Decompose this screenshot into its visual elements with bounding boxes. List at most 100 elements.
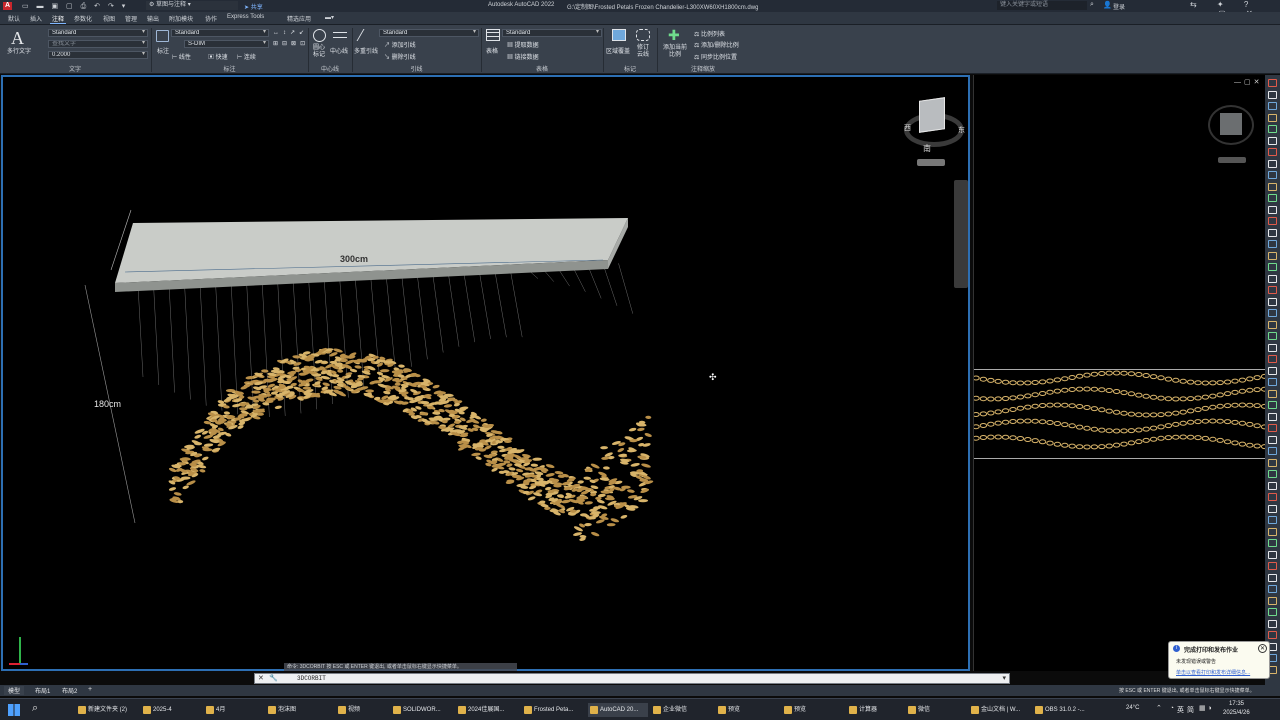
palette-tool-icon[interactable] <box>1268 343 1277 352</box>
palette-tool-icon[interactable] <box>1268 596 1277 605</box>
scale-list-button[interactable]: ⚖ 比例列表 <box>694 29 725 38</box>
tray-icons[interactable]: ⌃ ◔ <box>1156 704 1177 712</box>
palette-tool-icon[interactable] <box>1268 240 1277 248</box>
layout-tab-2[interactable]: 布局2 <box>58 686 81 695</box>
tray-more-icons[interactable]: ▦ ◑ <box>1199 704 1212 712</box>
taskbar-item-11[interactable]: 预览 <box>782 703 842 717</box>
tab-9[interactable]: Express Tools <box>225 14 266 20</box>
taskbar-item-8[interactable]: AutoCAD 20... <box>588 703 648 717</box>
palette-tool-icon[interactable] <box>1268 136 1277 145</box>
palette-tool-icon[interactable] <box>1268 205 1277 214</box>
taskbar-item-7[interactable]: Frosted Peta... <box>522 703 582 717</box>
dim-tool-icons[interactable]: ↔↕↗↙ <box>273 29 308 36</box>
tab-10[interactable]: 精选应用 <box>285 14 313 23</box>
workspace-select[interactable]: ⚙ 草图与注释 ▾ <box>146 1 238 10</box>
command-input[interactable]: 3DCORBIT <box>297 675 326 682</box>
add-leader-button[interactable]: ↗ 添加引线 <box>384 40 416 49</box>
palette-tool-icon[interactable] <box>1268 573 1277 582</box>
dimension-icon[interactable] <box>156 30 169 42</box>
extract-data-button[interactable]: ▦ 提取数据 <box>507 40 539 49</box>
tab-overflow-icon[interactable]: ▬▾ <box>325 14 334 21</box>
dim-tool-icons-2[interactable]: ⊞⊟⊠⊡ <box>273 40 309 47</box>
tab-1[interactable]: 插入 <box>28 14 44 23</box>
palette-tool-icon[interactable] <box>1268 447 1277 455</box>
taskbar-item-13[interactable]: 微信 <box>906 703 966 717</box>
viewcube-south[interactable]: 南 <box>923 143 931 154</box>
command-settings-icon[interactable]: 🔧 <box>269 674 278 682</box>
palette-tool-icon[interactable] <box>1268 493 1277 501</box>
taskbar-item-2[interactable]: 4月 <box>204 703 264 717</box>
share-button[interactable]: ➤ 共享 <box>244 2 263 11</box>
right-tool-palette[interactable] <box>1265 75 1280 685</box>
text-height-input[interactable]: 0.2000 <box>48 51 148 59</box>
wipeout-button[interactable]: 区域覆盖 <box>606 46 630 55</box>
palette-tool-icon[interactable] <box>1268 274 1277 283</box>
palette-tool-icon[interactable] <box>1268 90 1277 99</box>
tab-8[interactable]: 协作 <box>203 14 219 23</box>
add-layout-button[interactable]: + <box>88 686 92 693</box>
palette-tool-icon[interactable] <box>1268 378 1277 386</box>
table-button[interactable]: 表格 <box>486 46 498 55</box>
centerline-button[interactable]: 中心线 <box>330 46 348 55</box>
palette-tool-icon[interactable] <box>1268 297 1277 306</box>
palette-tool-icon[interactable] <box>1268 182 1277 191</box>
remove-leader-button[interactable]: ↘ 删除引线 <box>384 52 416 61</box>
palette-tool-icon[interactable] <box>1268 171 1277 179</box>
palette-tool-icon[interactable] <box>1268 320 1277 329</box>
taskbar-item-0[interactable]: 新建文件夹 (2) <box>76 703 136 717</box>
mleader-button[interactable]: 多重引线 <box>354 46 378 55</box>
secondary-viewport[interactable]: —▢✕ <box>973 75 1266 671</box>
tab-2[interactable]: 注释 <box>50 14 67 24</box>
taskbar-item-15[interactable]: OBS 31.0.2 -... <box>1033 703 1107 717</box>
palette-tool-icon[interactable] <box>1268 504 1277 513</box>
taskbar-item-14[interactable]: 金山文档 | W... <box>969 703 1029 717</box>
palette-tool-icon[interactable] <box>1268 113 1277 122</box>
login-link[interactable]: 登录 <box>1113 2 1125 11</box>
taskbar-item-10[interactable]: 预览 <box>716 703 776 717</box>
palette-tool-icon[interactable] <box>1268 194 1277 202</box>
ime-mode[interactable]: 简 <box>1187 705 1194 715</box>
continue-dim-button[interactable]: ⊢ 连续 <box>237 52 256 61</box>
add-current-scale-button[interactable]: 添加当前比例 <box>662 45 688 59</box>
viewcube-east[interactable]: 东 <box>958 125 965 135</box>
palette-tool-icon[interactable] <box>1268 631 1277 639</box>
palette-tool-icon[interactable] <box>1268 228 1277 237</box>
sync-scale-button[interactable]: ⚖ 同步比例位置 <box>694 52 737 61</box>
command-line[interactable]: ✕ 🔧 3DCORBIT ▾ <box>254 673 1010 684</box>
notification-balloon[interactable]: i 完成打印和发布作业 ✕ 未发现错误或警告 单击以查看打印和发布详细信息... <box>1168 641 1270 679</box>
table-style-select[interactable]: Standard <box>502 29 602 37</box>
palette-tool-icon[interactable] <box>1268 159 1277 168</box>
notification-link[interactable]: 单击以查看打印和发布详细信息... <box>1176 669 1268 676</box>
palette-tool-icon[interactable] <box>1268 516 1277 524</box>
palette-tool-icon[interactable] <box>1268 309 1277 317</box>
navigation-bar[interactable] <box>954 180 968 288</box>
mini-viewcube[interactable] <box>1206 97 1256 163</box>
viewport-window-controls[interactable]: —▢✕ <box>1234 78 1262 86</box>
user-icon[interactable]: 👤 <box>1103 1 1112 9</box>
revcloud-icon[interactable] <box>636 29 650 41</box>
palette-tool-icon[interactable] <box>1268 424 1277 432</box>
palette-tool-icon[interactable] <box>1268 102 1277 110</box>
tab-4[interactable]: 视图 <box>101 14 117 23</box>
mtext-button[interactable]: 多行文字 <box>7 46 31 55</box>
tab-7[interactable]: 附加模块 <box>167 14 195 23</box>
viewcube-west[interactable]: 西 <box>904 123 911 133</box>
command-close-icon[interactable]: ✕ <box>258 674 264 682</box>
layout-tab-0[interactable]: 模型 <box>4 686 25 695</box>
viewcube[interactable]: 西 东 南 <box>901 97 967 169</box>
center-mark-icon[interactable] <box>313 29 326 42</box>
palette-tool-icon[interactable] <box>1268 125 1277 133</box>
taskbar-search-icon[interactable]: ⌕ <box>32 702 38 715</box>
palette-tool-icon[interactable] <box>1268 389 1277 398</box>
palette-tool-icon[interactable] <box>1268 527 1277 536</box>
palette-tool-icon[interactable] <box>1268 263 1277 271</box>
text-style-select[interactable]: Standard <box>48 29 148 37</box>
palette-tool-icon[interactable] <box>1268 251 1277 260</box>
palette-tool-icon[interactable] <box>1268 412 1277 421</box>
link-data-button[interactable]: ▦ 链接数据 <box>507 52 539 61</box>
layout-tab-1[interactable]: 布局1 <box>31 686 54 695</box>
command-expand-icon[interactable]: ▾ <box>1002 674 1006 682</box>
taskbar-item-3[interactable]: 泡沫图 <box>266 703 326 717</box>
weather-temp[interactable]: 24°C <box>1126 705 1139 711</box>
dimension-button[interactable]: 标注 <box>157 46 169 55</box>
